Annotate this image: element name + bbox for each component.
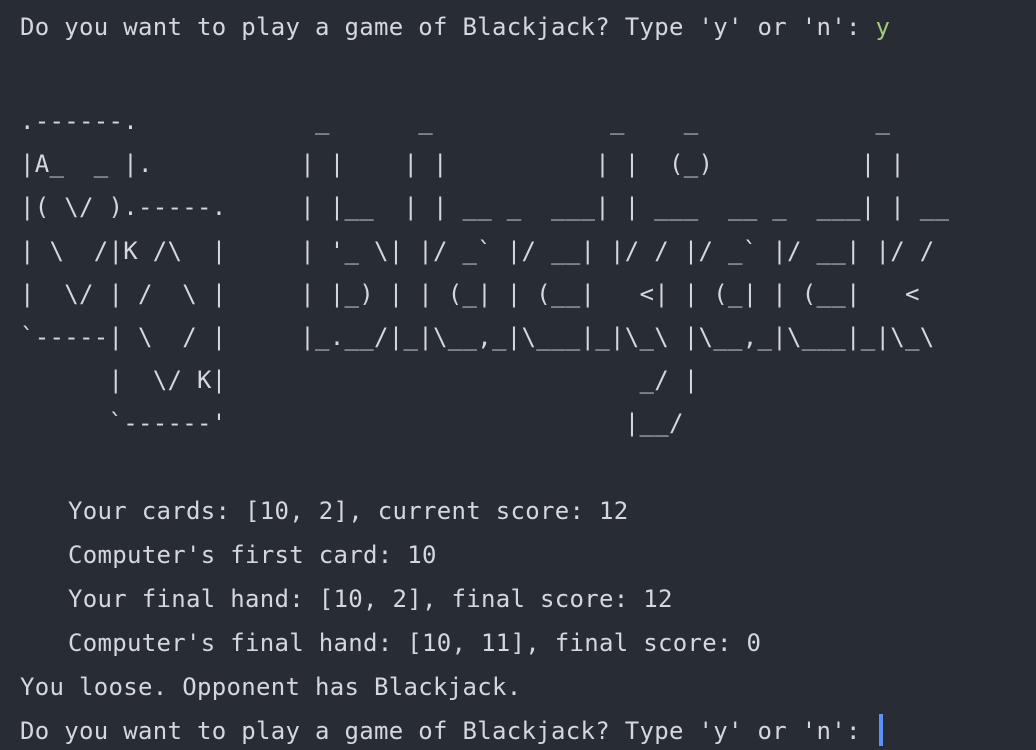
computer-final-hand-line: Computer's final hand: [10, 11], final s… [68,629,762,657]
terminal-output[interactable]: Do you want to play a game of Blackjack?… [0,0,1036,750]
result-line: You loose. Opponent has Blackjack. [20,673,522,701]
user-input: y [875,13,891,41]
final-prompt-text: Do you want to play a game of Blackjack?… [20,717,876,745]
your-cards-line: Your cards: [10, 2], current score: 12 [68,497,629,525]
blackjack-ascii-logo: .------. _ _ _ _ _ |A_ _ |. | | | | | | … [20,107,950,438]
your-final-hand-line: Your final hand: [10, 2], final score: 1… [68,585,673,613]
prompt-line: Do you want to play a game of Blackjack?… [20,9,890,45]
computer-first-card-line: Computer's first card: 10 [68,541,437,569]
prompt-text: Do you want to play a game of Blackjack?… [20,13,876,41]
text-cursor[interactable] [879,714,884,746]
final-prompt-line[interactable]: Do you want to play a game of Blackjack?… [20,713,884,749]
